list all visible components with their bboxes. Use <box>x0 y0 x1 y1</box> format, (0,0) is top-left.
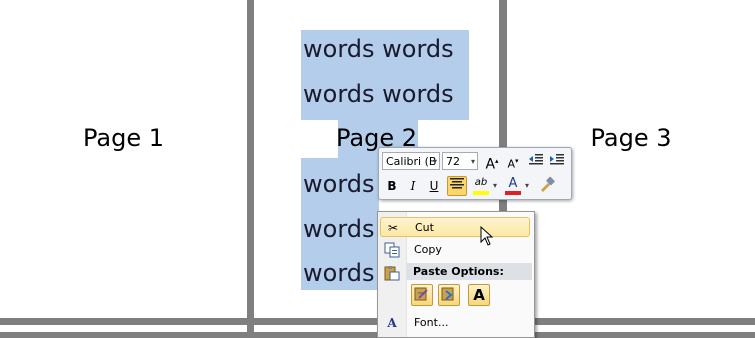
bold-button[interactable]: B <box>382 176 402 196</box>
shrink-font-button[interactable]: A▾ <box>503 151 523 171</box>
paste-merge-formatting-button[interactable] <box>438 284 460 306</box>
shrink-font-icon: A <box>507 157 515 171</box>
chevron-down-icon[interactable]: ▾ <box>525 181 529 190</box>
page-6-top <box>507 325 755 332</box>
increase-indent-button[interactable] <box>547 151 567 171</box>
paste-keep-source-formatting-button[interactable] <box>411 284 433 306</box>
chevron-down-icon: ▾ <box>432 157 437 166</box>
menu-item-cut-label: Cut <box>415 221 434 234</box>
menu-item-copy-label: Copy <box>414 243 442 256</box>
selected-text-line[interactable]: words words <box>303 79 469 109</box>
paste-merge-formatting-icon <box>441 287 454 301</box>
grow-font-button[interactable]: A▴ <box>482 151 502 173</box>
scissors-icon: ✂ <box>387 221 399 235</box>
menu-item-font-label: Font... <box>414 316 449 329</box>
font-icon: A <box>387 316 397 330</box>
clipboard-icon <box>384 265 400 281</box>
page-1: Page 1 <box>0 0 247 318</box>
increase-indent-icon <box>550 154 564 165</box>
copy-icon <box>384 242 400 258</box>
paste-keep-text-only-button[interactable]: A <box>468 284 490 306</box>
center-align-icon <box>450 178 464 189</box>
font-color-bar <box>505 191 521 195</box>
menu-item-copy[interactable]: Copy <box>380 240 530 260</box>
font-name-value: Calibri (B <box>386 155 437 168</box>
chevron-down-icon: ▾ <box>470 157 475 166</box>
grow-font-icon: A <box>485 156 496 173</box>
paste-options-header: Paste Options: <box>407 263 532 280</box>
underline-button[interactable]: U <box>424 176 444 196</box>
page-4-top <box>0 325 247 332</box>
font-name-field[interactable]: Calibri (B ▾ <box>382 152 440 170</box>
paste-keep-formatting-icon <box>414 287 428 301</box>
decrease-indent-button[interactable] <box>526 151 546 171</box>
format-painter-button[interactable] <box>537 176 557 196</box>
highlight-button[interactable]: ab <box>471 176 491 196</box>
font-color-button[interactable]: A <box>503 176 523 196</box>
menu-item-cut[interactable]: ✂ Cut <box>380 217 530 237</box>
decrease-indent-icon <box>529 154 543 165</box>
font-color-icon: A <box>508 176 518 191</box>
italic-button[interactable]: I <box>403 176 423 196</box>
page-1-label: Page 1 <box>83 124 164 152</box>
selected-text-line[interactable]: words words <box>303 34 469 64</box>
center-align-button[interactable] <box>447 176 467 196</box>
context-menu: ✂ Cut Copy Paste Options: A A Font... <box>377 211 535 338</box>
highlight-color-bar <box>473 191 489 195</box>
mouse-pointer-icon <box>480 226 494 246</box>
highlighter-icon: ab <box>474 177 488 188</box>
font-size-field[interactable]: 72 ▾ <box>442 152 478 170</box>
font-size-value: 72 <box>446 155 460 168</box>
format-painter-icon <box>541 176 555 192</box>
mini-toolbar: Calibri (B ▾ 72 ▾ A▴ A▾ B I U ab ▾ A ▾ <box>378 147 572 200</box>
menu-item-font[interactable]: A Font... <box>380 313 530 333</box>
chevron-down-icon[interactable]: ▾ <box>493 181 497 190</box>
